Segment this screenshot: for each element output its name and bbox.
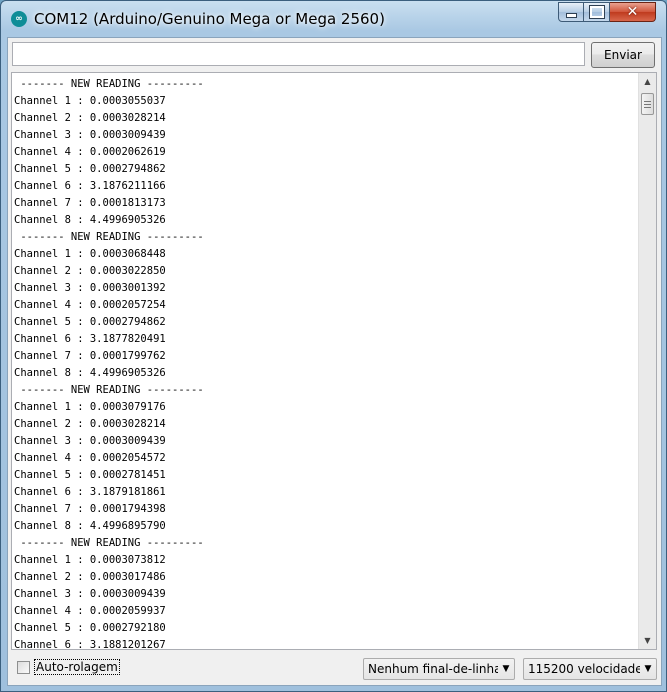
serial-monitor-window: ∞ COM12 (Arduino/Genuino Mega or Mega 25… <box>0 0 667 692</box>
serial-monitor-body: Enviar ------- NEW READING --------- Chan… <box>7 37 662 686</box>
send-input[interactable] <box>12 42 585 66</box>
output-line: Channel 3 : 0.0003009439 <box>14 129 166 141</box>
output-line: ------- NEW READING --------- <box>14 78 204 90</box>
maximize-button[interactable] <box>584 2 610 22</box>
output-line: Channel 1 : 0.0003073812 <box>14 554 166 566</box>
output-line: Channel 5 : 0.0002794862 <box>14 316 166 328</box>
minimize-icon <box>565 12 577 18</box>
output-line: Channel 4 : 0.0002054572 <box>14 452 166 464</box>
output-line: Channel 1 : 0.0003068448 <box>14 248 166 260</box>
autoscroll-toggle[interactable]: Auto-rolagem <box>17 659 120 675</box>
grip-icon <box>644 100 651 108</box>
output-lines: ------- NEW READING --------- Channel 1 :… <box>14 76 636 650</box>
output-line: Channel 7 : 0.0001794398 <box>14 503 166 515</box>
output-line: Channel 8 : 4.4996905326 <box>14 214 166 226</box>
baud-rate-value: 115200 velocidade <box>528 662 640 676</box>
title-bar[interactable]: ∞ COM12 (Arduino/Genuino Mega or Mega 25… <box>1 1 666 35</box>
chevron-down-icon: ▼ <box>644 664 652 674</box>
output-line: Channel 4 : 0.0002057254 <box>14 299 166 311</box>
maximize-icon <box>589 6 604 18</box>
output-line: Channel 2 : 0.0003028214 <box>14 418 166 430</box>
output-line: Channel 7 : 0.0001813173 <box>14 197 166 209</box>
minimize-button[interactable] <box>558 2 584 22</box>
output-line: ------- NEW READING --------- <box>14 384 204 396</box>
close-button[interactable]: ✕ <box>610 2 656 22</box>
output-line: Channel 8 : 4.4996895790 <box>14 520 166 532</box>
scrollbar-thumb[interactable] <box>641 93 654 115</box>
line-ending-select[interactable]: Nenhum final-de-linha ▼ <box>363 658 515 680</box>
output-line: Channel 1 : 0.0003079176 <box>14 401 166 413</box>
output-line: Channel 3 : 0.0003009439 <box>14 435 166 447</box>
output-line: Channel 2 : 0.0003028214 <box>14 112 166 124</box>
output-line: Channel 5 : 0.0002794862 <box>14 163 166 175</box>
bottom-bar: Auto-rolagem Nenhum final-de-linha ▼ 115… <box>8 652 661 685</box>
output-line: Channel 3 : 0.0003009439 <box>14 588 166 600</box>
window-title: COM12 (Arduino/Genuino Mega or Mega 2560… <box>34 10 385 28</box>
scroll-down-icon[interactable]: ▼ <box>639 632 656 649</box>
output-line: Channel 6 : 3.1879181861 <box>14 486 166 498</box>
output-line: Channel 4 : 0.0002062619 <box>14 146 166 158</box>
output-line: Channel 5 : 0.0002792180 <box>14 622 166 634</box>
output-line: Channel 6 : 3.1881201267 <box>14 639 166 650</box>
output-line: Channel 2 : 0.0003022850 <box>14 265 166 277</box>
output-line: Channel 3 : 0.0003001392 <box>14 282 166 294</box>
chevron-down-icon: ▼ <box>502 664 510 674</box>
output-line: ------- NEW READING --------- <box>14 231 204 243</box>
autoscroll-label[interactable]: Auto-rolagem <box>34 659 120 675</box>
scroll-up-icon[interactable]: ▲ <box>639 73 656 90</box>
output-line: ------- NEW READING --------- <box>14 537 204 549</box>
line-ending-value: Nenhum final-de-linha <box>368 662 498 676</box>
window-controls: ✕ <box>558 2 656 24</box>
output-line: Channel 7 : 0.0001799762 <box>14 350 166 362</box>
close-icon: ✕ <box>626 4 639 20</box>
serial-output[interactable]: ------- NEW READING --------- Channel 1 :… <box>11 72 657 650</box>
autoscroll-checkbox[interactable] <box>17 660 30 674</box>
output-line: Channel 8 : 4.4996905326 <box>14 367 166 379</box>
arduino-icon: ∞ <box>11 11 27 27</box>
baud-rate-select[interactable]: 115200 velocidade ▼ <box>523 658 657 680</box>
output-line: Channel 5 : 0.0002781451 <box>14 469 166 481</box>
vertical-scrollbar[interactable]: ▲ ▼ <box>638 73 656 649</box>
output-line: Channel 1 : 0.0003055037 <box>14 95 166 107</box>
send-button[interactable]: Enviar <box>591 42 655 68</box>
output-line: Channel 6 : 3.1876211166 <box>14 180 166 192</box>
output-line: Channel 2 : 0.0003017486 <box>14 571 166 583</box>
output-line: Channel 4 : 0.0002059937 <box>14 605 166 617</box>
output-line: Channel 6 : 3.1877820491 <box>14 333 166 345</box>
